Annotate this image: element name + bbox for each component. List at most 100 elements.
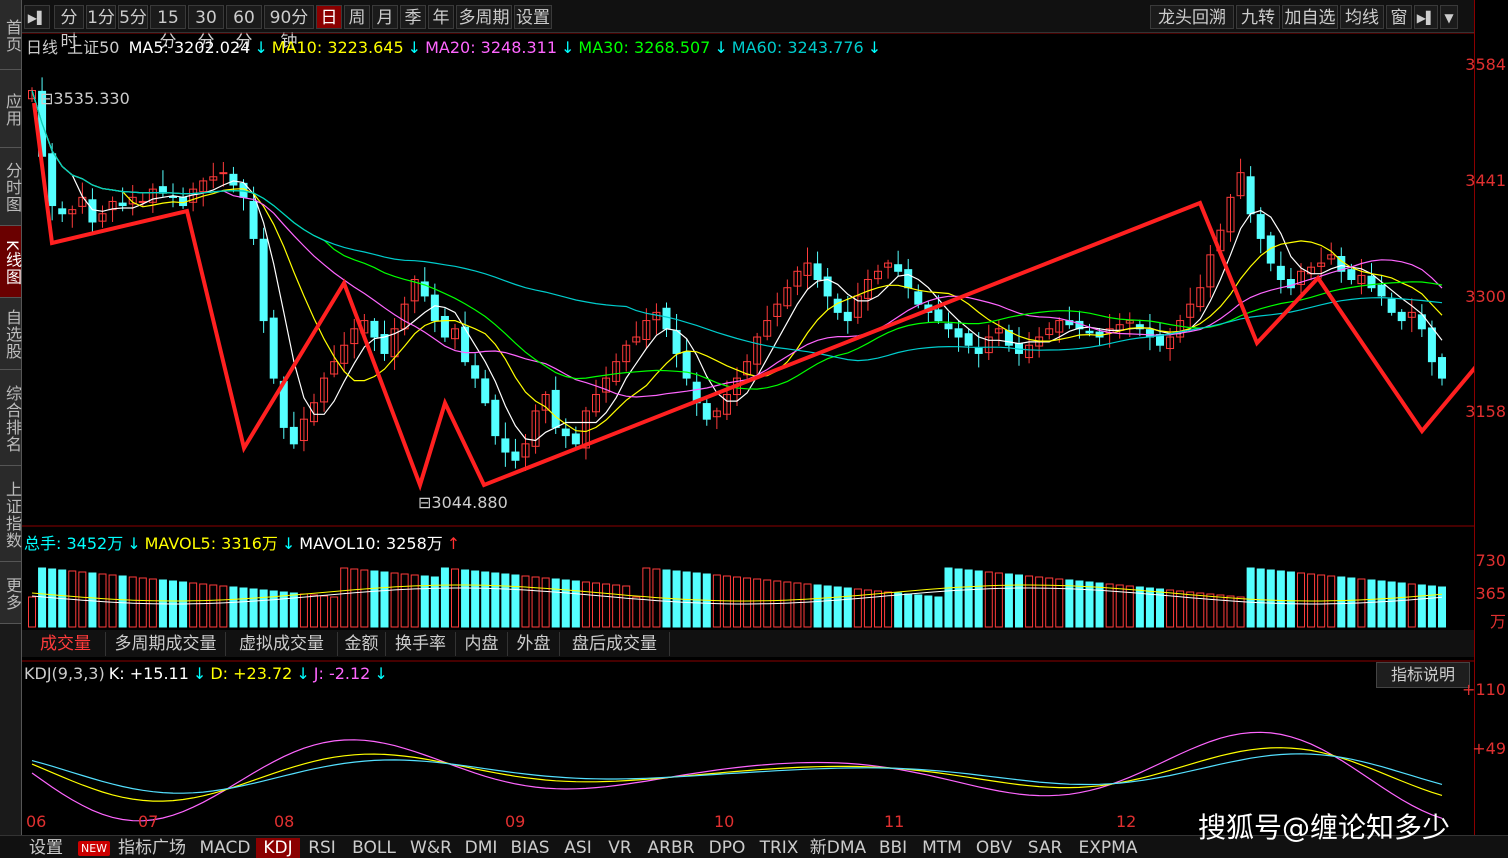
playback-icon[interactable]: ▶▌ bbox=[1414, 5, 1438, 29]
volume-bar bbox=[471, 570, 480, 628]
period-button-2[interactable]: 5分 bbox=[118, 5, 148, 29]
sidebar-tab-1[interactable]: 应用 bbox=[0, 70, 22, 148]
indicator-tab-18[interactable]: SAR bbox=[1020, 838, 1070, 858]
volume-bar bbox=[128, 576, 137, 628]
arrow-down-icon: ↓ bbox=[296, 664, 310, 683]
volume-bar bbox=[1015, 574, 1023, 628]
volume-bar bbox=[380, 571, 389, 628]
kdj-title: KDJ(9,3,3) bbox=[24, 664, 105, 683]
x-tick: 07 bbox=[138, 812, 159, 831]
volume-bar bbox=[1438, 586, 1446, 628]
volume-bar bbox=[1417, 584, 1426, 628]
volume-bar bbox=[994, 572, 1003, 628]
indicator-tab-4[interactable]: RSI bbox=[300, 838, 344, 858]
main-chart[interactable] bbox=[22, 33, 1474, 833]
period-button-7[interactable]: 日 bbox=[316, 5, 342, 29]
volume-bar bbox=[259, 589, 268, 628]
x-tick: 11 bbox=[884, 812, 905, 831]
toolbar-right-button-2[interactable]: 加自选 bbox=[1282, 5, 1338, 29]
volume-tab-1[interactable]: 多周期成交量 bbox=[106, 632, 226, 656]
period-button-1[interactable]: 1分 bbox=[86, 5, 116, 29]
candle-body bbox=[511, 451, 520, 461]
indicator-tab-2[interactable]: MACD bbox=[194, 838, 256, 858]
volume-bar bbox=[853, 588, 862, 628]
indicator-tab-17[interactable]: OBV bbox=[968, 838, 1020, 858]
volume-legend-item: 总手: 3452万 bbox=[24, 534, 124, 553]
chevron-down-icon[interactable]: ▼ bbox=[1440, 5, 1458, 29]
low-price-label: ⊟3044.880 bbox=[418, 493, 508, 512]
indicator-tab-6[interactable]: W&R bbox=[404, 838, 458, 858]
indicator-tab-7[interactable]: DMI bbox=[458, 838, 504, 858]
volume-bar bbox=[823, 585, 832, 628]
indicator-tab-16[interactable]: MTM bbox=[916, 838, 968, 858]
volume-bar bbox=[541, 577, 550, 628]
indicator-tab-13[interactable]: TRIX bbox=[752, 838, 806, 858]
toolbar-right-button-0[interactable]: 龙头回溯 bbox=[1150, 5, 1234, 29]
indicator-tab-9[interactable]: ASI bbox=[556, 838, 600, 858]
period-button-8[interactable]: 周 bbox=[344, 5, 370, 29]
indicator-tab-0[interactable]: 设置 bbox=[22, 838, 70, 858]
period-button-11[interactable]: 年 bbox=[428, 5, 454, 29]
period-button-9[interactable]: 月 bbox=[372, 5, 398, 29]
volume-bar bbox=[400, 573, 409, 628]
volume-bar bbox=[501, 573, 510, 628]
volume-tab-5[interactable]: 内盘 bbox=[456, 632, 508, 656]
indicator-tab-14[interactable]: 新DMA bbox=[806, 838, 870, 858]
indicator-tab-3[interactable]: KDJ bbox=[256, 838, 300, 858]
volume-tab-0[interactable]: 成交量 bbox=[26, 632, 106, 656]
indicator-tab-11[interactable]: ARBR bbox=[640, 838, 702, 858]
volume-bar bbox=[964, 569, 973, 628]
kdj-y-tick: +110 bbox=[1462, 680, 1506, 699]
volume-bar bbox=[350, 568, 359, 628]
candle-body bbox=[1367, 275, 1376, 289]
candle-body bbox=[551, 389, 560, 428]
period-button-5[interactable]: 60分 bbox=[226, 5, 262, 52]
sidebar-tab-3[interactable]: K线图 bbox=[0, 226, 22, 298]
indicator-tab-19[interactable]: EXPMA bbox=[1070, 838, 1146, 858]
indicator-tab-12[interactable]: DPO bbox=[702, 838, 752, 858]
indicator-tab-5[interactable]: BOLL bbox=[344, 838, 404, 858]
toolbar-right-button-4[interactable]: 窗 bbox=[1386, 5, 1412, 29]
volume-bar bbox=[370, 570, 379, 628]
indicator-tab-10[interactable]: VR bbox=[600, 838, 640, 858]
period-button-6[interactable]: 90分钟 bbox=[264, 5, 314, 52]
candle-body bbox=[561, 428, 570, 437]
volume-tab-3[interactable]: 金额 bbox=[338, 632, 386, 656]
candle-body bbox=[219, 172, 228, 175]
volume-tab-4[interactable]: 换手率 bbox=[386, 632, 456, 656]
volume-tab-7[interactable]: 盘后成交量 bbox=[560, 632, 670, 656]
volume-bar bbox=[219, 585, 228, 628]
candle-body bbox=[702, 403, 711, 420]
volume-tab-2[interactable]: 虚拟成交量 bbox=[226, 632, 338, 656]
volume-tab-6[interactable]: 外盘 bbox=[508, 632, 560, 656]
candle-body bbox=[471, 365, 480, 379]
period-button-0[interactable]: 分时 bbox=[54, 5, 84, 52]
period-button-3[interactable]: 15分 bbox=[150, 5, 186, 52]
volume-bar bbox=[1035, 576, 1044, 628]
sidebar-tab-6[interactable]: 上证指数 bbox=[0, 466, 22, 562]
sidebar-tab-2[interactable]: 分时图 bbox=[0, 148, 22, 226]
period-button-12[interactable]: 多周期 bbox=[456, 5, 512, 29]
candle-body bbox=[440, 315, 449, 338]
sidebar-tab-4[interactable]: 自选股 bbox=[0, 298, 22, 370]
period-button-13[interactable]: 设置 bbox=[514, 5, 552, 29]
y-tick: 3584 bbox=[1465, 55, 1506, 74]
toolbar-right-button-3[interactable]: 均线 bbox=[1340, 5, 1384, 29]
y-tick: 3158 bbox=[1465, 402, 1506, 421]
sidebar-tab-0[interactable]: 首页 bbox=[0, 0, 22, 70]
playback-icon[interactable]: ▶▌ bbox=[24, 5, 50, 29]
period-button-4[interactable]: 30分 bbox=[188, 5, 224, 52]
indicator-tab-15[interactable]: BBI bbox=[870, 838, 916, 858]
indicator-help-button[interactable]: 指标说明 bbox=[1376, 662, 1470, 688]
candle-body bbox=[813, 263, 822, 281]
period-button-10[interactable]: 季 bbox=[400, 5, 426, 29]
high-price-label: ⊟3535.330 bbox=[40, 89, 130, 108]
volume-bar bbox=[803, 583, 812, 628]
kdj-legend-item: D: +23.72 bbox=[210, 664, 293, 683]
sidebar-tab-7[interactable]: 更多 bbox=[0, 562, 22, 624]
indicator-tab-8[interactable]: BIAS bbox=[504, 838, 556, 858]
indicator-tab-1[interactable]: 指标广场 bbox=[110, 838, 194, 858]
x-tick: 10 bbox=[714, 812, 735, 831]
toolbar-right-button-1[interactable]: 九转 bbox=[1236, 5, 1280, 29]
sidebar-tab-5[interactable]: 综合排名 bbox=[0, 370, 22, 466]
